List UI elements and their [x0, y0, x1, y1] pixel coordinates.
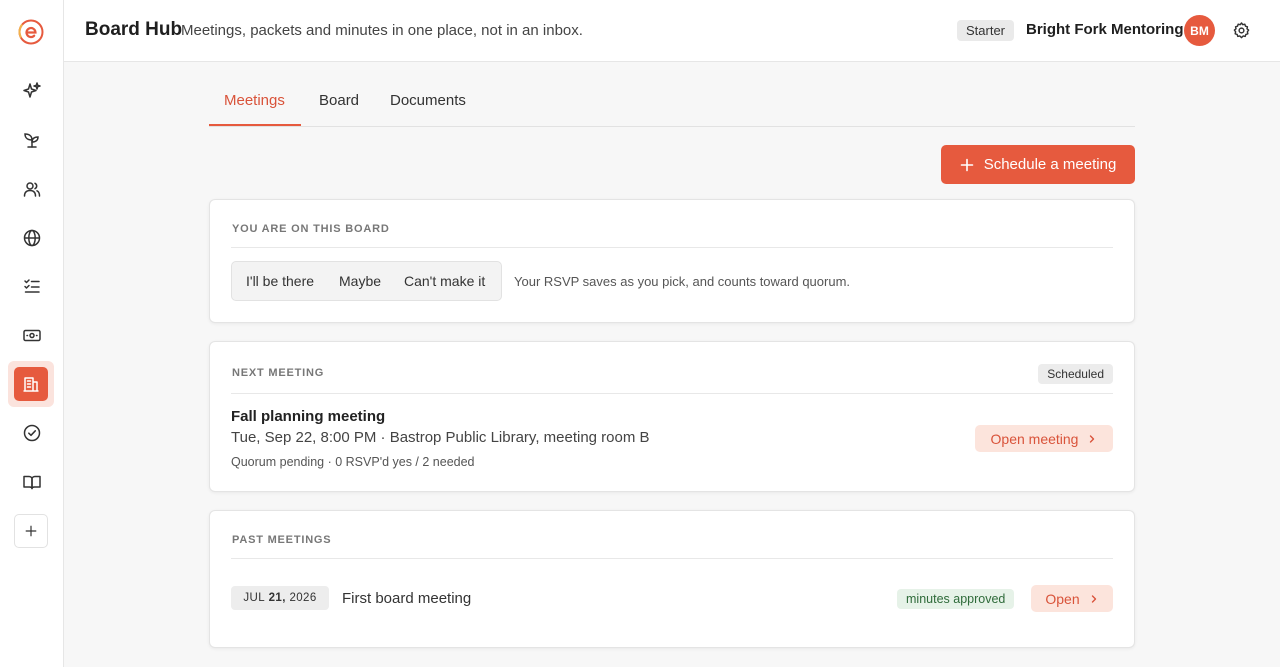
- rsvp-card-label: YOU ARE ON THIS BOARD: [232, 223, 390, 235]
- sidebar: [0, 0, 64, 667]
- tab-bar: Meetings Board Documents: [209, 80, 1135, 127]
- open-past-meeting-button[interactable]: Open: [1031, 585, 1113, 612]
- rsvp-note: Your RSVP saves as you pick, and counts …: [514, 274, 851, 289]
- open-meeting-button[interactable]: Open meeting: [975, 425, 1113, 452]
- avatar[interactable]: BM: [1184, 15, 1215, 46]
- app-title: Board Hub: [85, 19, 183, 40]
- sprout-icon[interactable]: [12, 120, 52, 160]
- check-circle-icon[interactable]: [12, 413, 52, 453]
- date-year: 2026: [289, 592, 317, 604]
- past-meetings-card: PAST MEETINGS JUL 21, 2026 First board m…: [209, 510, 1135, 648]
- meeting-quorum: Quorum pending · 0 RSVP'd yes / 2 needed: [231, 455, 475, 469]
- active-tab-indicator: [209, 124, 301, 126]
- book-icon[interactable]: [12, 462, 52, 502]
- users-icon[interactable]: [12, 169, 52, 209]
- divider: [231, 558, 1113, 559]
- tab-documents[interactable]: Documents: [390, 92, 466, 109]
- checklist-icon[interactable]: [12, 266, 52, 306]
- open-meeting-label: Open meeting: [990, 430, 1079, 447]
- tab-board[interactable]: Board: [319, 92, 359, 109]
- date-month: JUL: [243, 592, 266, 604]
- globe-icon[interactable]: [12, 218, 52, 258]
- sparkle-icon[interactable]: [12, 71, 52, 111]
- tab-meetings[interactable]: Meetings: [224, 92, 285, 109]
- app-logo-icon[interactable]: [18, 19, 44, 45]
- chevron-right-icon: [1091, 594, 1096, 603]
- schedule-meeting-button[interactable]: Schedule a meeting: [941, 145, 1135, 184]
- app-subtitle: Meetings, packets and minutes in one pla…: [181, 22, 583, 39]
- minutes-status-badge: minutes approved: [897, 589, 1015, 609]
- plan-badge: Starter: [957, 20, 1015, 41]
- next-meeting-label: NEXT MEETING: [232, 367, 325, 379]
- top-header: Board Hub Meetings, packets and minutes …: [64, 0, 1280, 62]
- meeting-date-chip: JUL 21, 2026: [231, 586, 329, 610]
- meeting-title: Fall planning meeting: [231, 408, 386, 425]
- rsvp-card: YOU ARE ON THIS BOARD I'll be there Mayb…: [209, 199, 1135, 323]
- gear-icon[interactable]: [1232, 21, 1251, 40]
- building-icon[interactable]: [8, 361, 54, 407]
- rsvp-yes-button[interactable]: I'll be there: [246, 273, 314, 289]
- status-badge: Scheduled: [1038, 364, 1113, 384]
- rsvp-no-button[interactable]: Can't make it: [404, 273, 485, 289]
- plus-icon: [960, 158, 974, 171]
- past-meetings-label: PAST MEETINGS: [232, 534, 332, 546]
- meeting-when: Tue, Sep 22, 8:00 PM · Bastrop Public Li…: [231, 429, 650, 446]
- past-meeting-title: First board meeting: [342, 590, 472, 607]
- building-icon-highlight: [14, 367, 48, 401]
- rsvp-maybe-button[interactable]: Maybe: [339, 273, 381, 289]
- date-day: 21,: [268, 592, 286, 604]
- rsvp-options: I'll be there Maybe Can't make it: [231, 261, 502, 301]
- org-name[interactable]: Bright Fork Mentoring: [1026, 21, 1184, 38]
- plus-icon[interactable]: [14, 514, 48, 548]
- schedule-meeting-label: Schedule a meeting: [983, 156, 1117, 173]
- chevron-right-icon: [1090, 434, 1095, 443]
- divider: [231, 393, 1113, 394]
- divider: [231, 247, 1113, 248]
- open-label: Open: [1045, 590, 1080, 607]
- money-icon[interactable]: [12, 315, 52, 355]
- next-meeting-card: NEXT MEETING Scheduled Fall planning mee…: [209, 341, 1135, 492]
